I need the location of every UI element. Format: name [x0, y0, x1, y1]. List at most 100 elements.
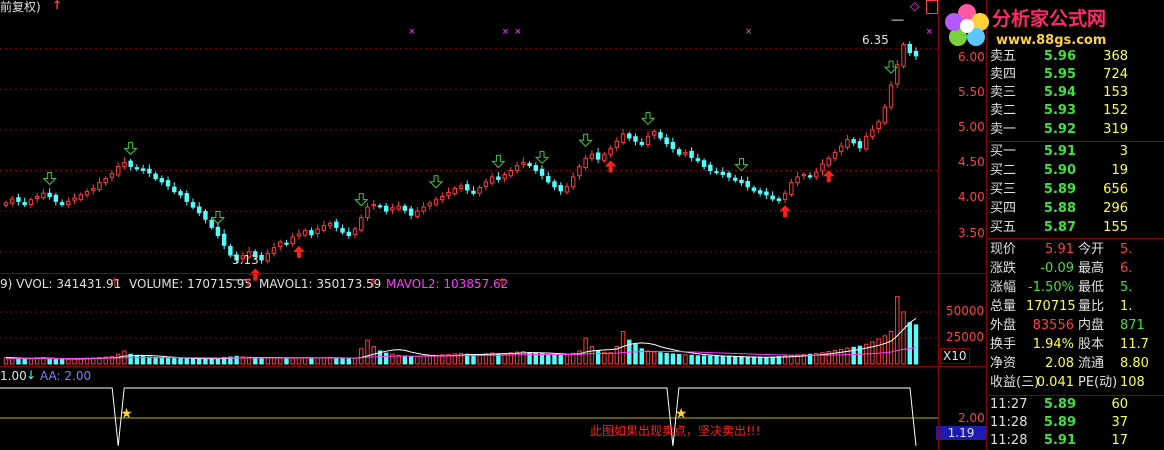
- candle: [801, 172, 807, 180]
- ask-row-5[interactable]: 卖五 5.96 368: [990, 48, 1164, 65]
- candle: [895, 59, 900, 88]
- volume-unit-label: X10: [940, 348, 970, 364]
- bid-volume: 296: [1103, 201, 1128, 216]
- volume-bar: [284, 357, 289, 365]
- volume-bar: [346, 358, 352, 365]
- volume-bars: [3, 296, 919, 365]
- candle: [172, 182, 177, 195]
- candle: [602, 151, 607, 163]
- candle: [415, 207, 420, 219]
- price-volume-divider: [0, 273, 986, 274]
- candle: [658, 129, 663, 141]
- ask-row-2[interactable]: 卖二 5.93 152: [990, 102, 1164, 119]
- candle: [857, 138, 863, 152]
- ask-price: 5.95: [1043, 67, 1076, 82]
- ask-row-4[interactable]: 卖四 5.95 724: [990, 66, 1164, 83]
- quote-row: 总量 170715 量比 1.: [990, 298, 1164, 315]
- candle: [726, 170, 732, 182]
- ask-row-3[interactable]: 卖三 5.94 153: [990, 84, 1164, 101]
- candle: [782, 189, 788, 204]
- aa-indicator-line: [0, 387, 917, 447]
- bid-row-5[interactable]: 买五 5.87 155: [990, 219, 1164, 236]
- tick-price: 5.89: [1043, 415, 1076, 430]
- candle: [708, 161, 713, 175]
- volume-bar: [683, 354, 688, 365]
- candle: [408, 205, 414, 220]
- quote-label: 流通: [1078, 356, 1105, 371]
- candle: [701, 158, 707, 170]
- candle: [377, 203, 383, 209]
- bid-label: 买二: [990, 163, 1017, 178]
- candle: [215, 223, 221, 239]
- candle: [639, 138, 644, 147]
- volume-bar: [564, 354, 570, 365]
- bid-label: 买四: [990, 201, 1017, 216]
- tick-row[interactable]: 11:28 5.91 17: [990, 432, 1164, 449]
- ask-row-1[interactable]: 卖一 5.92 319: [990, 121, 1164, 138]
- tick-volume: 17: [1111, 433, 1128, 448]
- candle: [913, 47, 919, 60]
- candle: [433, 196, 439, 207]
- sell-signal-arrow: [578, 133, 593, 147]
- ask-price: 5.96: [1043, 49, 1076, 64]
- candle: [147, 164, 152, 177]
- quote-label: 最低: [1078, 280, 1105, 295]
- candle: [807, 172, 813, 180]
- volume-bar: [190, 358, 196, 365]
- candle: [321, 220, 327, 233]
- volume-bar: [739, 356, 744, 365]
- scroll-box-icon[interactable]: [926, 0, 938, 14]
- ask-label: 卖四: [990, 67, 1017, 82]
- candle: [814, 168, 819, 181]
- bid-row-3[interactable]: 买三 5.89 656: [990, 181, 1164, 198]
- ask-label: 卖二: [990, 103, 1017, 118]
- volume-bar: [589, 346, 595, 365]
- aa-label: AA: 2.00: [40, 369, 92, 383]
- candle: [508, 167, 514, 179]
- bid-row-1[interactable]: 买一 5.91 3: [990, 143, 1164, 160]
- candle: [745, 176, 750, 191]
- quote-label: 股本: [1078, 337, 1105, 352]
- quote-label: 换手: [990, 337, 1017, 352]
- volume-bar: [271, 357, 277, 365]
- volume-bar: [115, 353, 121, 365]
- volume-bar: [471, 354, 476, 365]
- sell-signal-arrow: [734, 158, 749, 172]
- candle: [327, 220, 333, 229]
- order-book-divider-2: [988, 238, 1164, 239]
- volume-bar: [253, 357, 258, 365]
- candle: [608, 145, 613, 158]
- quote-value: 5.: [1120, 242, 1133, 257]
- bid-row-4[interactable]: 买四 5.88 296: [990, 200, 1164, 217]
- quote-label: 最高: [1078, 261, 1105, 276]
- candle: [583, 155, 588, 171]
- quote-value: 108: [1120, 375, 1145, 390]
- tick-row[interactable]: 11:28 5.89 37: [990, 414, 1164, 431]
- price-tick-3.5: 3.50: [958, 226, 985, 240]
- candle: [670, 137, 676, 153]
- quote-value: 0.041: [1036, 375, 1074, 390]
- candle: [72, 193, 77, 205]
- candle: [115, 162, 121, 178]
- mavol1-label: MAVOL1: 350173.59: [259, 277, 382, 291]
- volume-bar: [365, 339, 370, 365]
- volume-bar: [514, 351, 520, 365]
- candle: [764, 187, 769, 199]
- volume-bar: [602, 351, 607, 365]
- tick-row[interactable]: 11:27 5.89 60: [990, 396, 1164, 413]
- volume-bar: [895, 296, 900, 365]
- candle: [832, 149, 838, 162]
- candle: [178, 189, 183, 199]
- candle: [483, 178, 489, 191]
- diamond-icon[interactable]: ◇: [910, 0, 919, 13]
- bid-row-2[interactable]: 买二 5.90 19: [990, 162, 1164, 179]
- volume-bar: [184, 358, 189, 365]
- candle: [91, 184, 96, 195]
- adjust-label[interactable]: 前复权): [0, 0, 41, 14]
- indicator-tick-2: 2.00: [958, 411, 985, 425]
- candle: [59, 199, 65, 208]
- volume-bar: [695, 355, 701, 365]
- candle: [496, 172, 501, 183]
- volume-bar: [433, 354, 439, 365]
- volume-bar: [608, 352, 613, 365]
